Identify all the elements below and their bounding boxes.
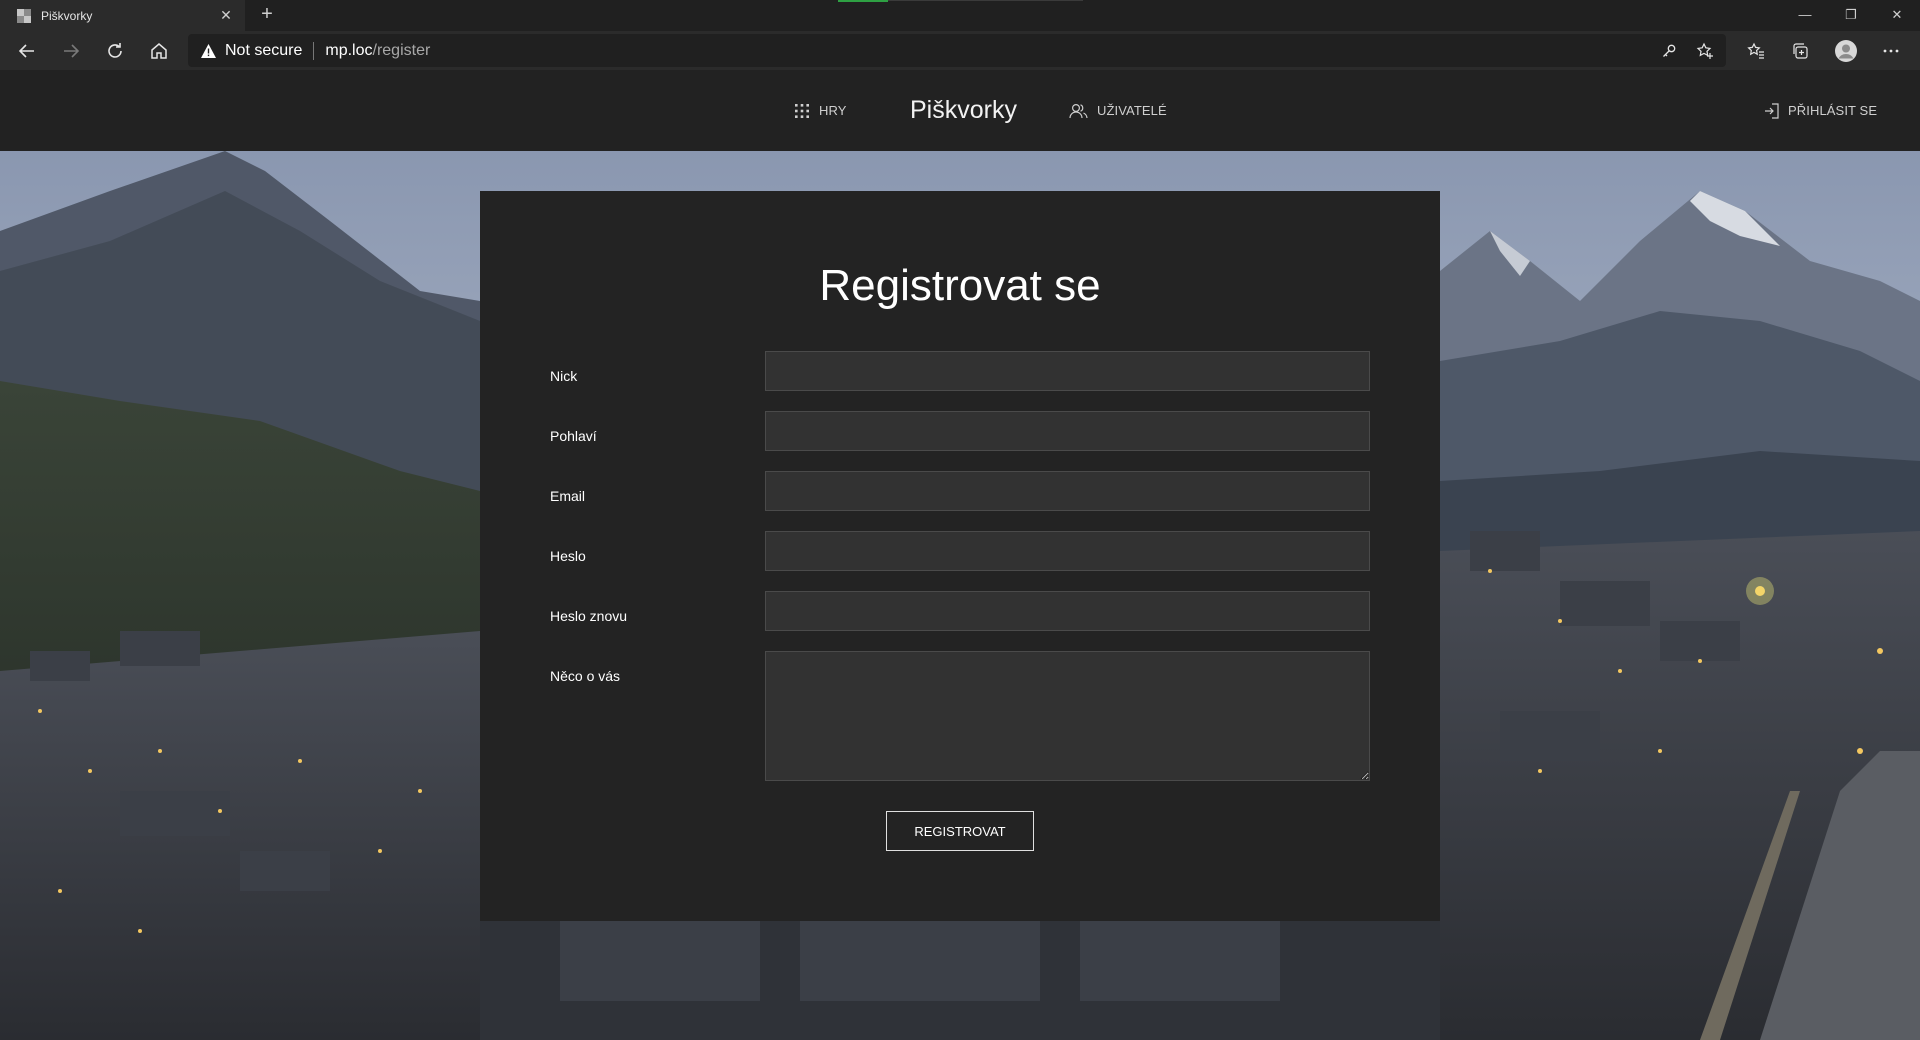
- address-divider: [313, 41, 315, 60]
- home-icon[interactable]: [143, 35, 175, 67]
- grid-dots-icon: [795, 103, 809, 118]
- register-card: Registrovat se Nick Pohlaví Email Heslo …: [480, 191, 1440, 921]
- address-bar[interactable]: Not secure mp.loc/register: [188, 34, 1726, 67]
- restore-icon[interactable]: ❐: [1828, 0, 1874, 31]
- password-repeat-label: Heslo znovu: [550, 608, 628, 624]
- password-field[interactable]: [765, 531, 1370, 571]
- sign-in-icon: [1765, 102, 1779, 119]
- minimize-icon[interactable]: —: [1782, 0, 1828, 31]
- site-brand[interactable]: Piškvorky: [910, 96, 1017, 125]
- url-path: /register: [372, 41, 431, 59]
- email-label: Email: [550, 488, 586, 504]
- nav-games[interactable]: HRY: [794, 70, 847, 151]
- tab-close-icon[interactable]: ✕: [217, 7, 235, 24]
- users-icon: [1069, 103, 1088, 118]
- nav-login-label: PŘIHLÁSIT SE: [1788, 103, 1878, 118]
- tab-title: Piškvorky: [41, 8, 93, 23]
- security-status[interactable]: Not secure: [225, 42, 302, 60]
- url-host: mp.loc: [325, 41, 373, 59]
- favicon-icon: [17, 8, 31, 23]
- email-field[interactable]: [765, 471, 1370, 511]
- add-favorite-icon[interactable]: [1694, 40, 1716, 62]
- gender-label: Pohlaví: [550, 428, 597, 444]
- nav-users-label: UŽIVATELÉ: [1097, 103, 1167, 118]
- browser-tab-strip: Piškvorky ✕ + — ❐ ✕: [0, 0, 1920, 31]
- favorites-icon[interactable]: [1741, 36, 1771, 66]
- register-button[interactable]: REGISTROVAT: [886, 811, 1034, 851]
- back-icon[interactable]: [11, 35, 43, 67]
- nav-users[interactable]: UŽIVATELÉ: [1069, 70, 1167, 151]
- collections-icon[interactable]: [1785, 36, 1815, 66]
- password-repeat-field[interactable]: [765, 591, 1370, 631]
- site-header: HRY Piškvorky UŽIVATELÉ PŘIHLÁSIT SE: [0, 70, 1920, 151]
- page-title: Registrovat se: [819, 261, 1101, 310]
- gender-field[interactable]: [765, 411, 1370, 451]
- nav-games-label: HRY: [819, 103, 847, 118]
- more-options-icon[interactable]: [1876, 36, 1906, 66]
- nick-label: Nick: [550, 368, 578, 384]
- password-label: Heslo: [550, 548, 586, 564]
- refresh-icon[interactable]: [99, 35, 131, 67]
- nick-field[interactable]: [765, 351, 1370, 391]
- browser-tab[interactable]: Piškvorky ✕: [0, 0, 245, 31]
- new-tab-icon[interactable]: +: [255, 3, 279, 27]
- browser-toolbar: Not secure mp.loc/register: [0, 31, 1920, 70]
- about-textarea[interactable]: [765, 651, 1370, 781]
- forward-icon[interactable]: [55, 35, 87, 67]
- warning-icon: [201, 43, 216, 58]
- key-icon[interactable]: [1658, 40, 1680, 62]
- page-loading-track: [888, 0, 1083, 1]
- profile-avatar-icon[interactable]: [1831, 36, 1861, 66]
- nav-login[interactable]: PŘIHLÁSIT SE: [1764, 70, 1877, 151]
- window-close-icon[interactable]: ✕: [1874, 0, 1920, 31]
- about-label: Něco o vás: [550, 668, 621, 684]
- page-loading-indicator: [838, 0, 888, 2]
